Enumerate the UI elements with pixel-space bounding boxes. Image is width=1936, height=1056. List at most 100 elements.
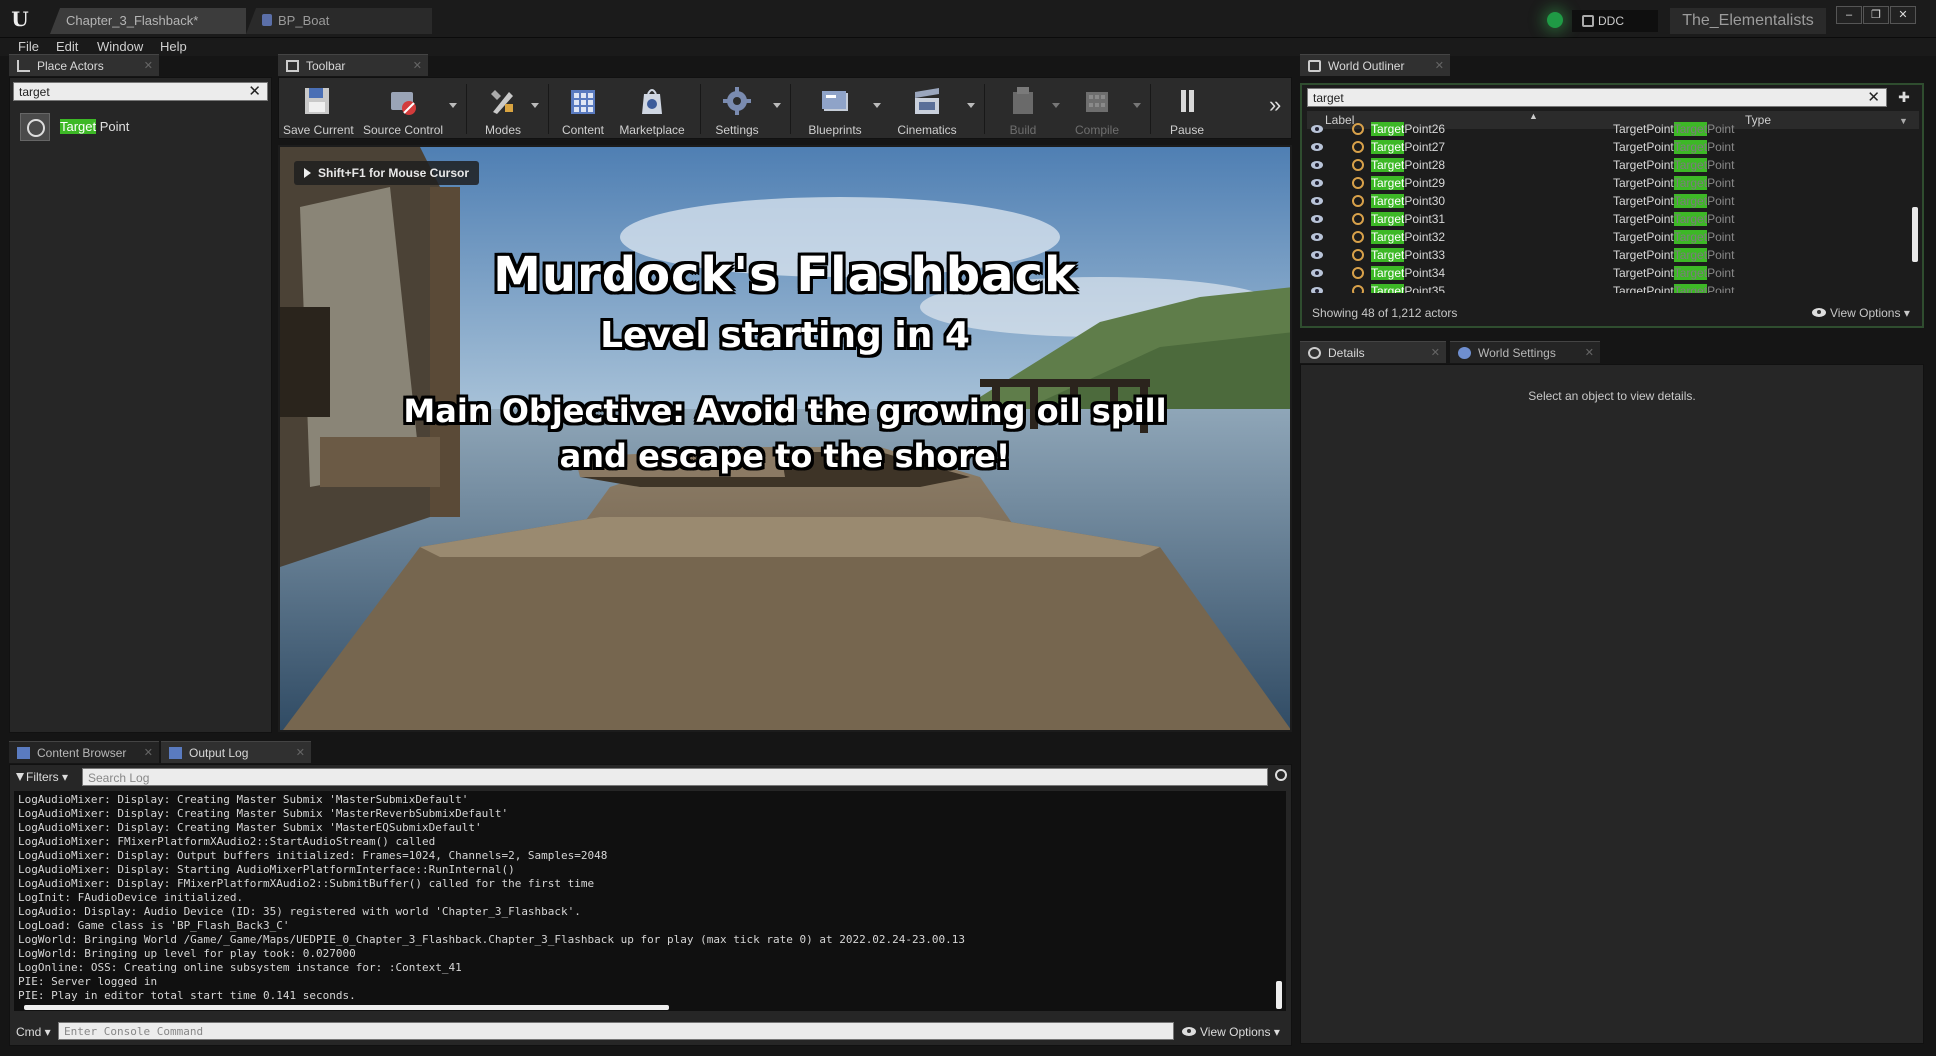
settings-dropdown-icon[interactable] <box>773 103 781 108</box>
close-tab-icon[interactable]: ✕ <box>144 55 153 77</box>
build-dropdown-icon[interactable] <box>1052 103 1060 108</box>
place-actors-search-input[interactable]: target ✕ <box>13 82 268 101</box>
actor-label: TargetPoint29 <box>1371 174 1445 192</box>
game-viewport[interactable]: Shift+F1 for Mouse Cursor Murdock's Flas… <box>278 145 1292 732</box>
actor-label: TargetPoint35 <box>1371 282 1445 293</box>
actor-type-name: TargetPoint <box>1613 248 1674 262</box>
outliner-row[interactable]: TargetPoint34 TargetPointTargetPoint <box>1307 264 1909 282</box>
close-tab-icon[interactable]: ✕ <box>413 55 422 77</box>
pause-button[interactable]: Pause <box>1157 80 1217 138</box>
outliner-scrollbar[interactable] <box>1912 207 1918 262</box>
content-browser-tab-label: Content Browser <box>37 746 127 760</box>
actor-type: TargetPointTargetPoint <box>1613 120 1734 138</box>
blueprints-button[interactable]: Blueprints <box>797 80 873 138</box>
source-control-dropdown-icon[interactable] <box>449 103 457 108</box>
tab-world-settings[interactable]: World Settings ✕ <box>1450 341 1600 363</box>
tab-bp-boat[interactable]: BP_Boat <box>246 8 432 34</box>
visibility-eye-icon[interactable] <box>1311 143 1323 151</box>
close-tab-icon[interactable]: ✕ <box>1585 342 1594 364</box>
log-horizontal-scrollbar[interactable] <box>24 1005 669 1010</box>
menu-help[interactable]: Help <box>160 38 187 56</box>
visibility-eye-icon[interactable] <box>1311 287 1323 293</box>
ddc-button[interactable]: DDC <box>1572 10 1658 32</box>
blueprints-label: Blueprints <box>808 123 862 137</box>
tab-place-actors[interactable]: Place Actors ✕ <box>9 54 159 76</box>
content-browser-icon <box>571 90 595 114</box>
marketplace-button[interactable]: Marketplace <box>617 80 687 138</box>
compile-dropdown-icon[interactable] <box>1133 103 1141 108</box>
modes-button[interactable]: Modes <box>473 80 533 138</box>
modes-dropdown-icon[interactable] <box>531 103 539 108</box>
outliner-row[interactable]: TargetPoint32 TargetPointTargetPoint <box>1307 228 1909 246</box>
search-icon[interactable] <box>1275 769 1287 781</box>
actor-type-name: TargetPoint <box>1613 176 1674 190</box>
minimize-button[interactable]: – <box>1836 6 1862 24</box>
unreal-logo-icon[interactable]: U <box>8 7 32 31</box>
settings-button[interactable]: Settings <box>707 80 767 138</box>
outliner-search-input[interactable]: target ✕ <box>1307 88 1887 107</box>
tab-chapter-3-flashback[interactable]: Chapter_3_Flashback* <box>50 8 246 34</box>
tab-world-outliner[interactable]: World Outliner ✕ <box>1300 54 1450 76</box>
close-tab-icon[interactable]: ✕ <box>296 742 305 764</box>
outliner-row[interactable]: TargetPoint29 TargetPointTargetPoint <box>1307 174 1909 192</box>
log-vertical-scrollbar[interactable] <box>1276 981 1282 1009</box>
actor-type: TargetPointTargetPoint <box>1613 174 1734 192</box>
search-match-highlight: Target <box>1371 194 1405 208</box>
type-match-highlight: Target <box>1673 158 1708 172</box>
outliner-row[interactable]: TargetPoint30 TargetPointTargetPoint <box>1307 192 1909 210</box>
tab-toolbar[interactable]: Toolbar ✕ <box>278 54 428 76</box>
outliner-list: TargetPoint26 TargetPointTargetPoint Targe… <box>1307 120 1909 293</box>
target-point-actor-item[interactable]: Target Point <box>16 113 266 141</box>
log-view-options-button[interactable]: View Options ▾ <box>1182 1022 1280 1042</box>
output-log-icon <box>169 747 182 759</box>
console-command-input[interactable]: Enter Console Command <box>58 1022 1174 1040</box>
visibility-eye-icon[interactable] <box>1311 197 1323 205</box>
outliner-row[interactable]: TargetPoint28 TargetPointTargetPoint <box>1307 156 1909 174</box>
source-control-button[interactable]: Source Control <box>363 80 443 138</box>
content-button[interactable]: Content <box>555 80 611 138</box>
cinematics-dropdown-icon[interactable] <box>967 103 975 108</box>
add-folder-icon[interactable]: ✚ <box>1892 88 1916 107</box>
restore-button[interactable]: ❐ <box>1863 6 1889 24</box>
actor-type-name: TargetPoint <box>1613 122 1674 136</box>
content-browser-tab-icon <box>17 747 30 759</box>
visibility-eye-icon[interactable] <box>1311 215 1323 223</box>
outliner-row[interactable]: TargetPoint35 TargetPointTargetPoint <box>1307 282 1909 293</box>
close-tab-icon[interactable]: ✕ <box>1431 342 1440 364</box>
cmd-dropdown[interactable]: Cmd ▾ <box>16 1022 51 1042</box>
cinematics-button[interactable]: Cinematics <box>887 80 967 138</box>
outliner-row[interactable]: TargetPoint27 TargetPointTargetPoint <box>1307 138 1909 156</box>
tab-output-log[interactable]: Output Log ✕ <box>161 741 311 763</box>
log-view-options-label: View Options <box>1200 1025 1271 1039</box>
save-current-button[interactable]: Save Current <box>283 80 354 138</box>
visibility-eye-icon[interactable] <box>1311 161 1323 169</box>
tab-details[interactable]: Details ✕ <box>1300 341 1446 363</box>
visibility-eye-icon[interactable] <box>1311 125 1323 133</box>
visibility-eye-icon[interactable] <box>1311 233 1323 241</box>
clear-search-icon[interactable]: ✕ <box>1867 88 1880 107</box>
outliner-row[interactable]: TargetPoint26 TargetPointTargetPoint <box>1307 120 1909 138</box>
visibility-eye-icon[interactable] <box>1311 269 1323 277</box>
build-button[interactable]: Build <box>995 80 1051 138</box>
blueprints-dropdown-icon[interactable] <box>873 103 881 108</box>
close-tab-icon[interactable]: ✕ <box>1435 55 1444 77</box>
outliner-view-options-button[interactable]: View Options ▾ <box>1812 302 1910 324</box>
pause-label: Pause <box>1169 123 1205 137</box>
log-line: LogOnline: OSS: Creating online subsyste… <box>18 961 462 974</box>
search-match-highlight: Target <box>1371 176 1405 190</box>
outliner-row[interactable]: TargetPoint31 TargetPointTargetPoint <box>1307 210 1909 228</box>
filters-button[interactable]: Filters ▾ <box>14 767 68 787</box>
visibility-eye-icon[interactable] <box>1311 251 1323 259</box>
toolbar-separator <box>1150 84 1151 134</box>
outliner-row[interactable]: TargetPoint33 TargetPointTargetPoint <box>1307 246 1909 264</box>
visibility-eye-icon[interactable] <box>1311 179 1323 187</box>
close-button[interactable]: ✕ <box>1890 6 1916 24</box>
tab-content-browser[interactable]: Content Browser ✕ <box>9 741 159 763</box>
close-tab-icon[interactable]: ✕ <box>144 742 153 764</box>
clear-search-icon[interactable]: ✕ <box>248 82 261 101</box>
log-search-input[interactable]: Search Log <box>82 768 1268 786</box>
type-dim-suffix: Point <box>1707 122 1735 136</box>
compile-button[interactable]: Compile <box>1067 80 1127 138</box>
toolbar-overflow-chevron-icon[interactable]: » <box>1269 92 1281 118</box>
source-control-status-icon[interactable] <box>1547 12 1563 28</box>
